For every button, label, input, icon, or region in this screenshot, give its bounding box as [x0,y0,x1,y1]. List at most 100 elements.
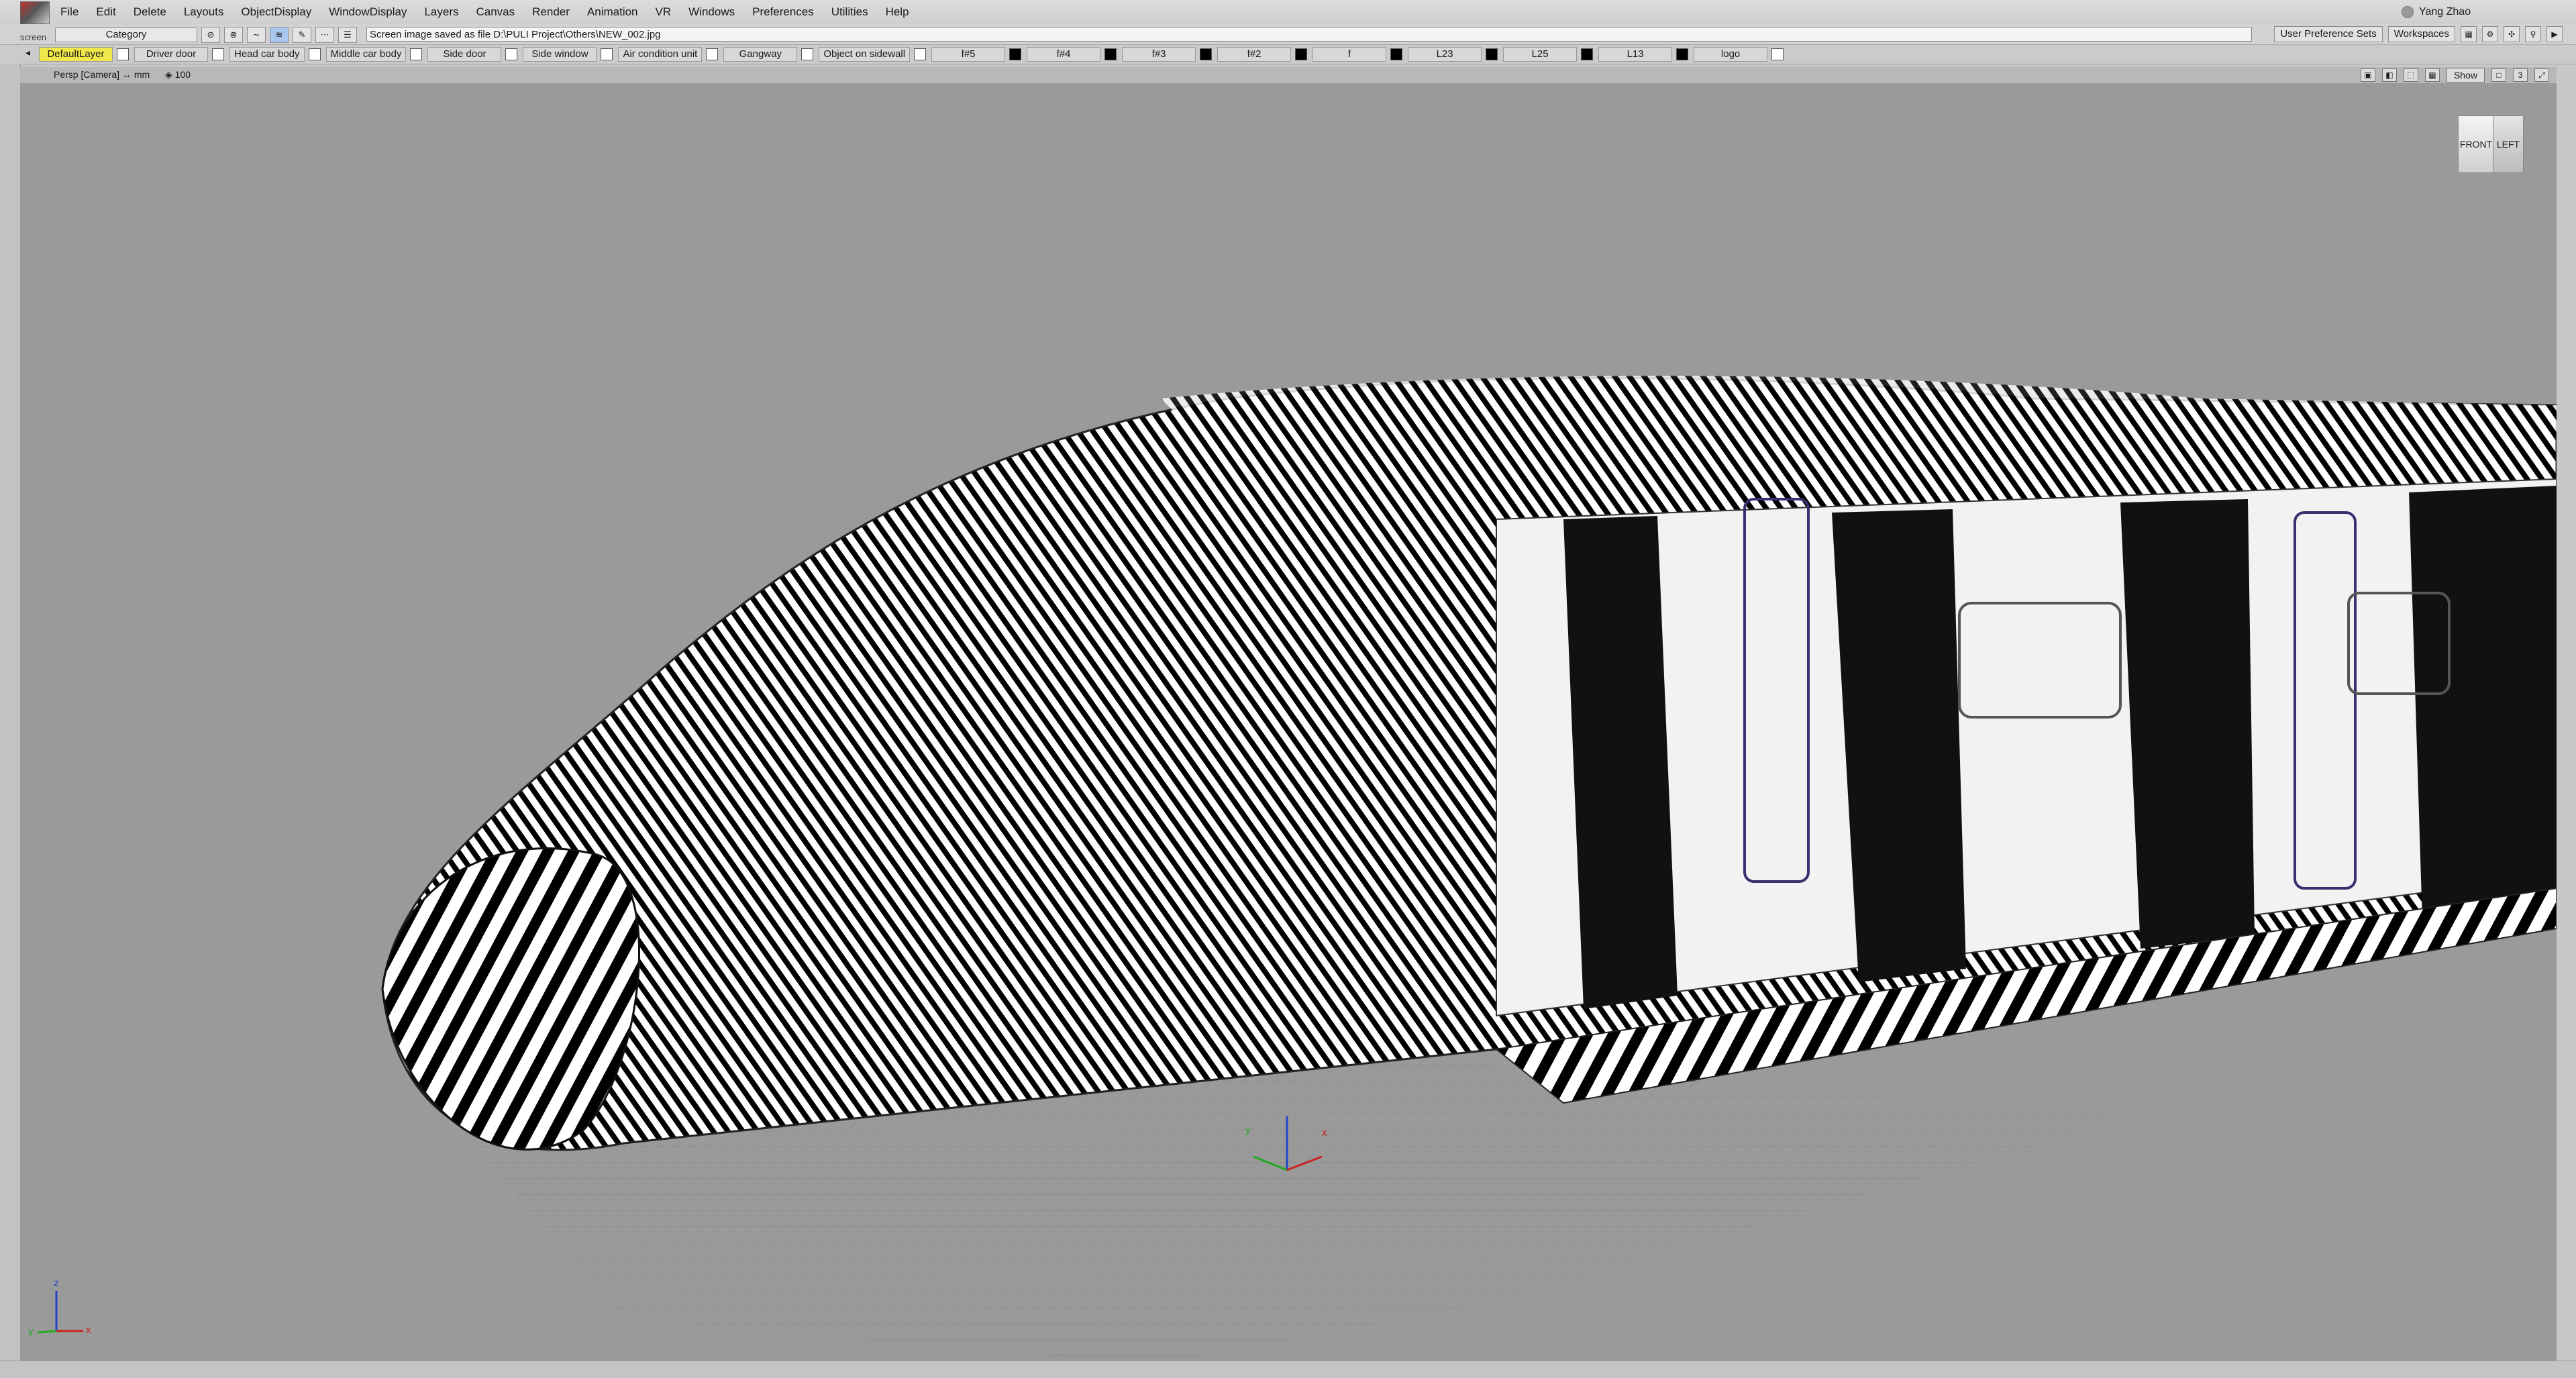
layer-visibility-swatch[interactable] [1676,48,1689,60]
layer-visibility-swatch[interactable] [601,48,613,60]
layer-item[interactable]: L23 [1408,47,1498,62]
layer-item[interactable]: f#2 [1217,47,1308,62]
transform-icon[interactable]: ⊗ [224,27,243,43]
menu-item-help[interactable]: Help [886,5,909,19]
menu-item-edit[interactable]: Edit [96,5,115,19]
camera-icon[interactable]: ▣ [2360,68,2375,82]
pin-icon[interactable]: ⚲ [2525,26,2541,42]
layer-visibility-swatch[interactable] [505,48,518,60]
frame-icon[interactable]: ⬚ [2403,68,2418,82]
layer-visibility-swatch[interactable] [706,48,719,60]
layer-item[interactable]: Side door [427,47,518,62]
layer-visibility-swatch[interactable] [1104,48,1117,60]
workspaces-button[interactable]: Workspaces [2387,26,2455,42]
layer-item[interactable]: f [1312,47,1403,62]
render-icon[interactable]: ◧ [2381,68,2397,82]
layer-visibility-swatch[interactable] [1581,48,1594,60]
pick-icon[interactable]: ⊘ [201,27,220,43]
layer-name[interactable]: Middle car body [325,47,407,62]
layer-visibility-swatch[interactable] [1009,48,1022,60]
app-logo-icon[interactable] [20,1,50,24]
layer-item[interactable]: DefaultLayer [39,47,129,62]
layer-name[interactable]: Driver door [134,47,208,62]
layer-visibility-swatch[interactable] [1771,48,1784,60]
layer-item[interactable]: f#4 [1027,47,1117,62]
list-icon[interactable]: ☰ [338,27,357,43]
layer-item[interactable]: Air condition unit [618,47,719,62]
layer-item[interactable]: Head car body [229,47,321,62]
layer-visibility-swatch[interactable] [801,48,814,60]
layer-name[interactable]: f#5 [931,47,1006,62]
layer-name[interactable]: Side door [427,47,502,62]
layer-name[interactable]: L25 [1503,47,1578,62]
layer-item[interactable]: L13 [1598,47,1689,62]
window-icon[interactable]: □ [2491,68,2506,82]
layer-item[interactable]: logo [1694,47,1784,62]
viewcube-left[interactable]: LEFT [2493,115,2524,173]
layer-name[interactable]: Head car body [229,47,305,62]
layer-name[interactable]: f#4 [1027,47,1101,62]
menu-item-utilities[interactable]: Utilities [831,5,868,19]
menu-item-canvas[interactable]: Canvas [476,5,515,19]
menu-item-objectdisplay[interactable]: ObjectDisplay [241,5,311,19]
viewport-canvas[interactable] [20,83,2557,1361]
viewcube-front[interactable]: FRONT [2458,115,2494,173]
layer-name[interactable]: logo [1694,47,1768,62]
user-account[interactable]: Yang Zhao [2402,4,2516,20]
layer-name[interactable]: f [1312,47,1387,62]
curve-icon[interactable]: ∼ [247,27,266,43]
layer-name[interactable]: DefaultLayer [39,47,113,62]
camera-label[interactable]: Persp [Camera] ↔ mm [54,69,150,80]
layer-name[interactable]: f#2 [1217,47,1292,62]
layer-visibility-swatch[interactable] [1390,48,1403,60]
layer-item[interactable]: Gangway [723,47,814,62]
menu-item-delete[interactable]: Delete [134,5,166,19]
layer-item[interactable]: Side window [523,47,613,62]
layer-visibility-swatch[interactable] [1200,48,1213,60]
layer-scroll-left-icon[interactable]: ◂ [25,47,30,58]
layer-item[interactable]: f#5 [931,47,1022,62]
menu-item-layouts[interactable]: Layouts [184,5,224,19]
3d-viewport[interactable]: FRONT LEFT y x z x y [20,83,2557,1361]
menu-item-vr[interactable]: VR [656,5,672,19]
layout-icon[interactable]: ▦ [2424,68,2440,82]
menu-item-render[interactable]: Render [532,5,570,19]
view-cube[interactable]: FRONT LEFT [2458,115,2524,173]
grid-icon[interactable]: ▦ [2461,26,2477,42]
user-preference-sets-button[interactable]: User Preference Sets [2274,26,2383,42]
layer-item[interactable]: Middle car body [325,47,423,62]
layer-name[interactable]: Object on sidewall [819,47,911,62]
menu-item-preferences[interactable]: Preferences [752,5,814,19]
play-icon[interactable]: ▶ [2546,26,2563,42]
layer-visibility-swatch[interactable] [410,48,423,60]
edit-icon[interactable]: ✎ [293,27,311,43]
train-nose[interactable] [381,847,640,1151]
more-icon[interactable]: ⋯ [315,27,334,43]
layer-name[interactable]: Air condition unit [618,47,703,62]
layer-visibility-swatch[interactable] [212,48,224,60]
layer-item[interactable]: L25 [1503,47,1594,62]
layer-name[interactable]: Side window [523,47,597,62]
layer-visibility-swatch[interactable] [117,48,129,60]
show-button[interactable]: Show [2446,68,2485,83]
layer-visibility-swatch[interactable] [914,48,927,60]
menu-item-windows[interactable]: Windows [688,5,735,19]
layer-name[interactable]: Gangway [723,47,798,62]
menu-item-file[interactable]: File [60,5,79,19]
menu-item-layers[interactable]: Layers [424,5,458,19]
viewport-count[interactable]: 3 [2513,68,2528,82]
layer-name[interactable]: L23 [1408,47,1482,62]
maximize-icon[interactable]: ⤢ [2534,68,2549,82]
menu-item-animation[interactable]: Animation [587,5,638,19]
layer-item[interactable]: Driver door [134,47,224,62]
layer-name[interactable]: f#3 [1122,47,1196,62]
layer-visibility-swatch[interactable] [308,48,321,60]
menu-item-windowdisplay[interactable]: WindowDisplay [329,5,407,19]
category-dropdown[interactable]: Category [55,28,197,42]
snap-icon[interactable]: ✣ [2504,26,2520,42]
layer-item[interactable]: f#3 [1122,47,1213,62]
layer-name[interactable]: L13 [1598,47,1673,62]
layer-visibility-swatch[interactable] [1486,48,1498,60]
layer-visibility-swatch[interactable] [1295,48,1308,60]
layer-item[interactable]: Object on sidewall [819,47,927,62]
